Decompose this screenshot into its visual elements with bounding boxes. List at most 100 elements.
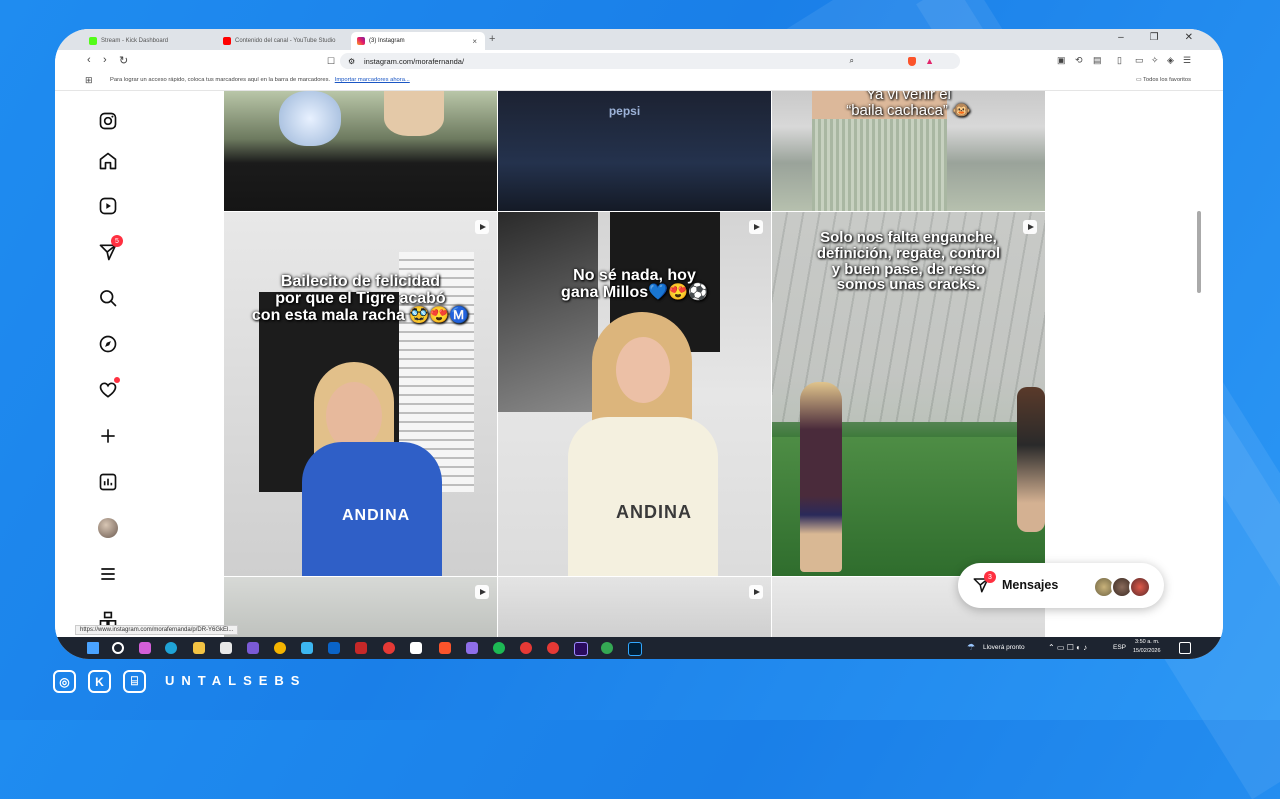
reel-icon bbox=[475, 220, 489, 234]
folder-icon: ▭ bbox=[1135, 77, 1142, 83]
post-tile[interactable] bbox=[224, 91, 497, 211]
reels-icon[interactable] bbox=[97, 195, 119, 217]
clock-date: 15/02/2026 bbox=[1133, 648, 1161, 654]
notification-dot bbox=[114, 377, 120, 383]
search-icon[interactable] bbox=[97, 287, 119, 309]
wallet-icon[interactable]: ▭ bbox=[1135, 55, 1144, 66]
post-tile[interactable] bbox=[498, 577, 771, 637]
edge-icon[interactable] bbox=[165, 642, 177, 654]
extension-icon[interactable]: ⟲ bbox=[1075, 55, 1083, 66]
notifications-badge: 5 bbox=[111, 235, 123, 247]
spotify-icon[interactable] bbox=[493, 642, 505, 654]
notifications-heart-icon[interactable] bbox=[97, 377, 120, 401]
app-icon[interactable] bbox=[520, 642, 532, 654]
premiere-icon[interactable] bbox=[574, 642, 588, 656]
browser-window: Stream - Kick Dashboard Contenido del ca… bbox=[55, 29, 1223, 659]
app-icon[interactable] bbox=[547, 642, 559, 654]
extension-icon[interactable]: ▤ bbox=[1093, 55, 1102, 66]
maximize-icon[interactable]: ❐ bbox=[1150, 32, 1159, 43]
direct-messages-icon[interactable]: 5 bbox=[97, 235, 123, 263]
post-tile[interactable]: Solo nos falta enganche, definición, reg… bbox=[772, 212, 1045, 576]
new-tab-button[interactable]: + bbox=[489, 33, 495, 45]
back-icon[interactable]: ‹ bbox=[87, 54, 91, 66]
weather-text[interactable]: Lloverá pronto bbox=[983, 644, 1025, 651]
tab-kick[interactable]: Stream - Kick Dashboard bbox=[83, 32, 215, 50]
direct-messages-icon: 3 bbox=[972, 571, 996, 599]
post-tile[interactable]: ANDINA Bailecito de felicidad por que el… bbox=[224, 212, 497, 576]
post-caption: Solo nos falta enganche, definición, reg… bbox=[816, 229, 1001, 294]
messages-button[interactable]: 3 Mensajes bbox=[958, 563, 1164, 608]
app-icon[interactable] bbox=[383, 642, 395, 654]
post-tile[interactable]: Ya vi venir el “baila cachaca” 🐵 bbox=[772, 91, 1045, 211]
zoom-icon[interactable]: ⌕ bbox=[850, 56, 854, 66]
notification-center-icon[interactable] bbox=[1179, 642, 1191, 654]
close-tab-icon[interactable]: × bbox=[472, 37, 477, 46]
bookmarks-message-text: Para lograr un acceso rápido, coloca tus… bbox=[110, 77, 331, 83]
url-text: instagram.com/morafernanda/ bbox=[364, 56, 465, 66]
tray-icons[interactable]: ⌃ ▭ ☐ ◐ ♪ bbox=[1048, 643, 1087, 652]
app-icon[interactable] bbox=[301, 642, 313, 654]
explore-icon[interactable] bbox=[97, 333, 119, 355]
menu-icon[interactable]: ☰ bbox=[1183, 55, 1191, 66]
minimize-icon[interactable]: – bbox=[1118, 32, 1124, 43]
explorer-icon[interactable] bbox=[193, 642, 205, 654]
close-window-icon[interactable]: ✕ bbox=[1185, 32, 1193, 43]
instagram-icon bbox=[357, 37, 365, 45]
create-icon[interactable] bbox=[97, 425, 119, 447]
post-tile[interactable]: ANDINA No sé nada, hoy gana Millos💙😍⚽ bbox=[498, 212, 771, 576]
url-field[interactable]: ⚙ instagram.com/morafernanda/ ⌕ ▲ bbox=[340, 53, 960, 69]
outlook-icon[interactable] bbox=[328, 642, 340, 654]
profile-avatar[interactable] bbox=[97, 517, 119, 539]
ai-icon[interactable]: ✧ bbox=[1151, 55, 1159, 66]
app-icon[interactable] bbox=[466, 642, 478, 654]
insights-icon[interactable] bbox=[97, 471, 119, 493]
bookmark-icon[interactable]: ☐ bbox=[327, 56, 335, 67]
post-thumbnail bbox=[616, 337, 670, 403]
post-thumbnail bbox=[568, 417, 718, 576]
brave-icon[interactable] bbox=[439, 642, 451, 654]
tab-youtube-studio[interactable]: Contenido del canal - YouTube Studio bbox=[217, 32, 347, 50]
post-thumbnail bbox=[384, 91, 444, 136]
vpn-icon[interactable]: ◈ bbox=[1167, 55, 1174, 66]
address-bar-row: ‹ › ↻ ☐ ⚙ instagram.com/morafernanda/ ⌕ … bbox=[55, 50, 1223, 72]
jersey-text: ANDINA bbox=[616, 502, 692, 522]
instagram-logo-icon[interactable] bbox=[97, 110, 119, 132]
youtube-icon bbox=[223, 37, 231, 45]
app-icon[interactable] bbox=[247, 642, 259, 654]
chrome-icon[interactable] bbox=[274, 642, 286, 654]
tab-instagram[interactable]: (3) Instagram × bbox=[351, 32, 485, 50]
sidebar-toggle-icon[interactable]: ▯ bbox=[1117, 55, 1122, 66]
tab-label: Stream - Kick Dashboard bbox=[101, 38, 169, 44]
reload-icon[interactable]: ↻ bbox=[119, 54, 128, 67]
chrome-icon[interactable] bbox=[601, 642, 613, 654]
photoshop-icon[interactable] bbox=[628, 642, 642, 656]
language-indicator[interactable]: ESP bbox=[1113, 644, 1126, 651]
tab-label: (3) Instagram bbox=[369, 38, 405, 44]
more-menu-icon[interactable] bbox=[97, 563, 119, 585]
rewards-icon[interactable]: ▲ bbox=[925, 56, 934, 66]
import-bookmarks-link[interactable]: Importar marcadores ahora... bbox=[335, 77, 410, 83]
post-thumbnail bbox=[812, 119, 947, 211]
home-icon[interactable] bbox=[97, 150, 119, 172]
windows-start-icon[interactable] bbox=[87, 642, 99, 654]
site-settings-icon[interactable]: ⚙ bbox=[348, 57, 355, 66]
extensions-icon[interactable]: ▣ bbox=[1057, 55, 1066, 66]
kick-icon bbox=[89, 37, 97, 45]
apps-icon[interactable]: ⊞ bbox=[85, 75, 93, 86]
app-icon[interactable] bbox=[220, 642, 232, 654]
app-icon[interactable] bbox=[139, 642, 151, 654]
all-favorites-label: Todos los favoritos bbox=[1142, 77, 1191, 83]
page-scrollbar[interactable] bbox=[1197, 211, 1201, 293]
brave-shield-icon[interactable] bbox=[908, 56, 916, 66]
search-icon[interactable] bbox=[112, 642, 124, 654]
app-icon[interactable] bbox=[410, 642, 422, 654]
tab-label: Contenido del canal - YouTube Studio bbox=[235, 38, 336, 44]
forward-icon[interactable]: › bbox=[103, 54, 107, 66]
post-thumbnail bbox=[279, 91, 341, 146]
app-icon[interactable] bbox=[355, 642, 367, 654]
post-tile[interactable]: pepsi bbox=[498, 91, 771, 211]
post-tile[interactable] bbox=[224, 577, 497, 637]
all-favorites[interactable]: ▭ Todos los favoritos bbox=[1136, 77, 1191, 83]
reel-icon bbox=[475, 585, 489, 599]
bookmarks-bar: ⊞ Para lograr un acceso rápido, coloca t… bbox=[55, 72, 1223, 91]
